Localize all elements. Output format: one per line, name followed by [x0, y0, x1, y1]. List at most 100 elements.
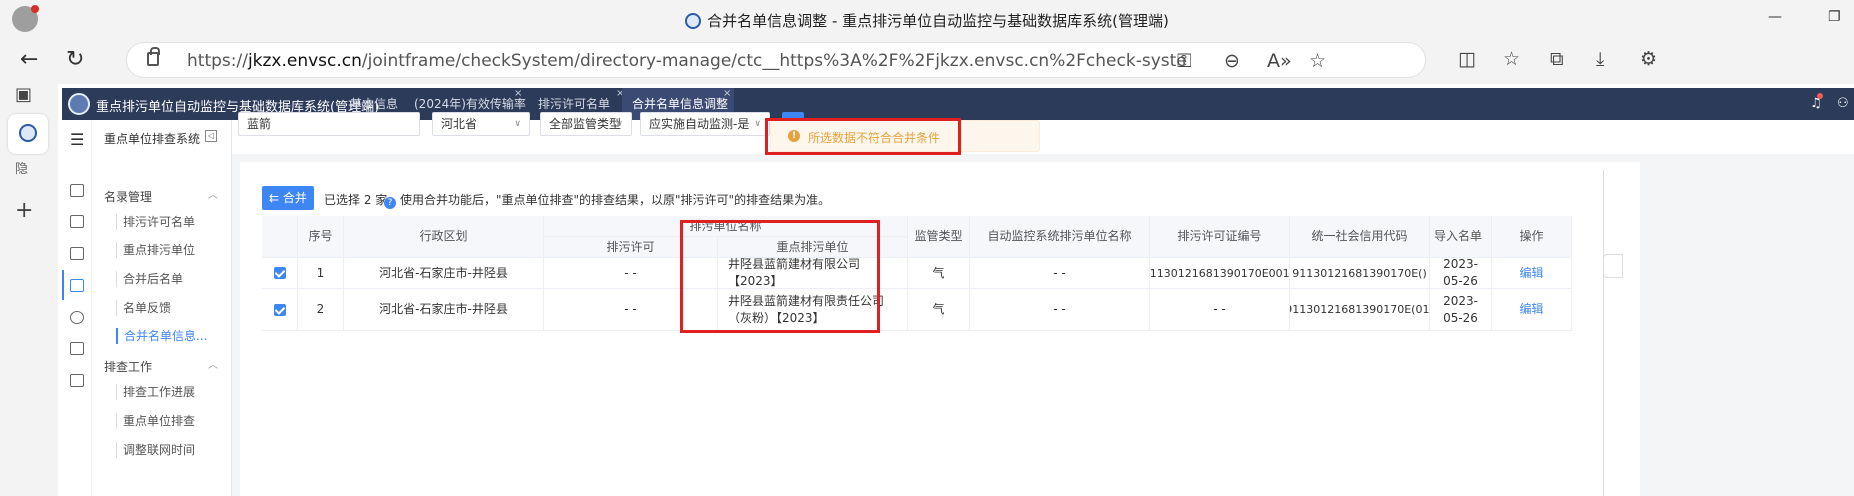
sidebar-nav: 重点单位排查系统 ◁ 名录管理 ︿ 排污许可名单 重点排污单位 合并后名单 名单反… — [92, 120, 232, 496]
cell-region: 河北省-石家庄市-井陉县 — [344, 258, 544, 289]
system-logo-icon — [68, 93, 90, 115]
nav-item-merged-list[interactable]: 合并后名单 — [116, 271, 183, 287]
row-checkbox-cell — [262, 258, 298, 289]
favorite-star-icon[interactable]: ☆ — [1309, 50, 1326, 72]
right-panel-divider — [1603, 170, 1604, 496]
row-checkbox[interactable] — [273, 267, 286, 279]
notification-dot — [1817, 93, 1823, 99]
main-content: ⇇ 合并 已选择 2 家 ? 使用合并功能后，"重点单位排查"的排查结果，以原"排… — [232, 154, 1854, 496]
menu-toggle-icon[interactable]: ☰ — [70, 130, 84, 149]
header-region: 行政区划 — [344, 216, 544, 258]
chart-icon[interactable] — [70, 215, 84, 228]
refresh-icon[interactable]: ↻ — [66, 48, 84, 72]
row-checkbox-cell — [262, 289, 298, 331]
cell-credit-code: 91130121681390170E() — [1290, 258, 1430, 289]
cell-permit-no: - - — [1150, 289, 1290, 331]
nav-item-key-screening[interactable]: 重点单位排查 — [116, 413, 195, 429]
nav-group-screening[interactable]: 排查工作 ︿ — [104, 358, 218, 375]
header-auto-monitor-name: 自动监控系统排污单位名称 — [970, 216, 1150, 258]
cell-supervision-type: 气 — [908, 258, 970, 289]
cell-supervision-type: 气 — [908, 289, 970, 331]
side-expand-button[interactable] — [1603, 254, 1623, 278]
active-tab-thumb[interactable] — [8, 114, 48, 154]
lock-icon — [147, 47, 160, 66]
restore-icon[interactable]: ❐ — [1828, 9, 1841, 25]
favorites-icon[interactable]: ☆ — [1503, 48, 1520, 70]
edit-link[interactable]: 编辑 — [1492, 258, 1572, 289]
window-title: 合并名单信息调整 - 重点排污单位自动监控与基础数据库系统(管理端) — [0, 10, 1854, 31]
zoom-out-icon[interactable]: ⊖ — [1224, 50, 1240, 72]
tab-actions-icon[interactable]: ▣ — [15, 84, 32, 105]
new-tab-plus-icon[interactable]: + — [15, 198, 33, 223]
close-tab-icon[interactable]: × — [723, 84, 731, 110]
header-index: 序号 — [298, 216, 344, 258]
read-aloud-icon[interactable]: A» — [1267, 50, 1292, 72]
nav-item-feedback[interactable]: 名单反馈 — [116, 300, 171, 316]
target-icon[interactable] — [70, 311, 84, 324]
search-doc-icon[interactable] — [70, 247, 84, 260]
close-tab-icon[interactable]: × — [514, 84, 522, 110]
site-favicon-icon — [19, 124, 37, 142]
browser-title-bar: 合并名单信息调整 - 重点排污单位自动监控与基础数据库系统(管理端) — ❐ — [0, 0, 1854, 36]
edit-link[interactable]: 编辑 — [1492, 289, 1572, 331]
nav-item-merge-adjust[interactable]: 合并名单信息... — [116, 328, 207, 344]
keyword-input[interactable]: 蓝箭 — [238, 112, 420, 136]
user-icon[interactable]: ⚇ — [1837, 96, 1849, 111]
split-screen-icon[interactable]: ◫ — [1458, 48, 1476, 70]
extensions-icon[interactable]: ⚙ — [1640, 48, 1657, 70]
cell-auto-monitor-name: - - — [970, 258, 1150, 289]
module-icon-bar: ☰ — [62, 120, 92, 496]
cell-import-date: 2023-05-26 — [1430, 258, 1492, 289]
annotation-box-toast — [765, 118, 961, 155]
cell-region: 河北省-石家庄市-井陉县 — [344, 289, 544, 331]
hidden-tab-label[interactable]: 隐 — [15, 158, 28, 177]
cell-auto-monitor-name: - - — [970, 289, 1150, 331]
chevron-up-icon: ︿ — [208, 360, 218, 371]
nav-header: 重点单位排查系统 — [104, 132, 201, 146]
nav-item-key-units[interactable]: 重点排污单位 — [116, 242, 195, 258]
header-action: 操作 — [1492, 216, 1572, 258]
collapse-icon[interactable]: ◁ — [205, 130, 217, 142]
content-panel: ⇇ 合并 已选择 2 家 ? 使用合并功能后，"重点单位排查"的排查结果，以原"排… — [240, 162, 1640, 496]
chevron-down-icon: ∨ — [754, 119, 761, 129]
selected-count: 已选择 2 家 — [324, 193, 388, 207]
header-permit-no: 排污许可证编号 — [1150, 216, 1290, 258]
cell-permit-no: 91130121681390170E001P — [1150, 258, 1290, 289]
image-icon[interactable] — [70, 342, 84, 355]
download-icon[interactable]: ⤓ — [1596, 48, 1604, 70]
row-checkbox[interactable] — [273, 303, 286, 316]
browser-sidebar: ▣ 隐 + — [0, 84, 58, 496]
key-icon[interactable]: ⚿ — [1177, 50, 1191, 72]
address-bar[interactable]: https://jkzx.envsc.cn/jointframe/checkSy… — [126, 42, 1426, 78]
chevron-down-icon: ∨ — [514, 119, 521, 129]
merge-button[interactable]: ⇇ 合并 — [262, 186, 314, 210]
cell-import-date: 2023-05-26 — [1430, 289, 1492, 331]
nav-item-network-time[interactable]: 调整联网时间 — [116, 442, 195, 458]
site-favicon-icon — [685, 13, 702, 29]
chevron-up-icon: ︿ — [208, 190, 218, 201]
nav-item-permit-list[interactable]: 排污许可名单 — [116, 214, 195, 230]
nav-group-directory[interactable]: 名录管理 ︿ — [104, 188, 218, 205]
auto-monitor-select[interactable]: 应实施自动监测-是 ∨ — [640, 112, 770, 136]
merge-tip: ? 使用合并功能后，"重点单位排查"的排查结果，以原"排污许可"的排查结果为准。 — [384, 191, 830, 209]
check-doc-icon[interactable] — [70, 279, 84, 292]
annotation-box-key-units — [680, 220, 880, 333]
back-arrow-icon[interactable]: ← — [20, 48, 38, 72]
minimize-icon[interactable]: — — [1768, 9, 1782, 25]
header-supervision-type: 监管类型 — [908, 216, 970, 258]
cell-credit-code: 91130121681390170E(01) — [1290, 289, 1430, 331]
active-module-indicator — [62, 270, 64, 300]
dashboard-icon[interactable] — [70, 184, 84, 197]
supervision-type-select[interactable]: 全部监管类型 ∨ — [540, 112, 632, 136]
nav-item-progress[interactable]: 排查工作进展 — [116, 384, 195, 400]
browser-toolbar: ← ↻ https://jkzx.envsc.cn/jointframe/che… — [0, 36, 1854, 84]
url-text: https://jkzx.envsc.cn/jointframe/checkSy… — [187, 51, 1187, 71]
collections-icon[interactable]: ⧉ — [1550, 48, 1564, 70]
app-window: 重点排污单位自动监控与基础数据库系统(管理端) 基本信息 (2024年)有效传输… — [58, 84, 1854, 496]
merge-icon: ⇇ — [269, 191, 283, 205]
header-select — [262, 216, 298, 258]
cell-index: 1 — [298, 258, 344, 289]
province-select[interactable]: 河北省 ∨ — [432, 112, 530, 136]
header-import-name: 导入名单 — [1430, 216, 1492, 258]
list-icon[interactable] — [70, 374, 84, 387]
